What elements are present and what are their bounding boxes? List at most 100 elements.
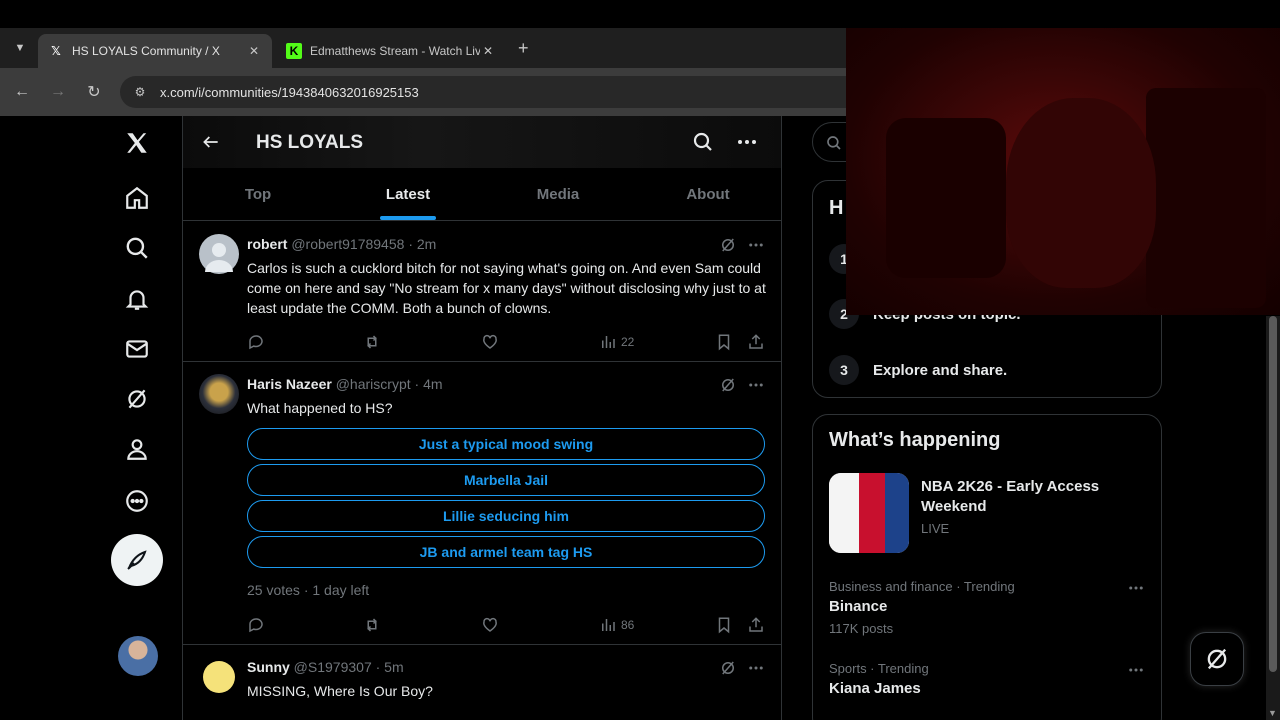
author-name[interactable]: Sunny	[247, 659, 290, 675]
scrollbar-thumb[interactable]	[1269, 316, 1277, 672]
post[interactable]: robert @robert91789458 · 2m Carlos is su…	[183, 222, 781, 362]
whats-happening-card: What’s happening NBA 2K26 - Early Access…	[812, 414, 1162, 720]
trend-more-icon[interactable]	[1127, 579, 1145, 597]
trend-category: Business and finance · Trending	[829, 579, 1015, 594]
author-avatar[interactable]	[203, 661, 235, 693]
author-name[interactable]: Haris Nazeer	[247, 376, 332, 392]
featured-trend[interactable]: NBA 2K26 - Early Access Weekend LIVE	[921, 477, 1141, 536]
explore-search-icon[interactable]	[120, 231, 154, 265]
tab-media[interactable]: Media	[483, 168, 633, 220]
post-time[interactable]: · 5m	[376, 659, 404, 675]
tab-search-icon[interactable]: ▼	[8, 36, 32, 60]
like-button[interactable]	[481, 615, 499, 635]
forward-icon[interactable]: →	[46, 80, 70, 104]
repost-button[interactable]	[363, 332, 381, 352]
poll-option[interactable]: Just a typical mood swing	[247, 428, 765, 460]
repost-button[interactable]	[363, 615, 381, 635]
views-count: 86	[621, 618, 635, 632]
tab-top[interactable]: Top	[183, 168, 333, 220]
new-tab-icon[interactable]: +	[518, 38, 529, 59]
author-handle[interactable]: @S1979307	[294, 659, 372, 675]
back-icon[interactable]: ←	[10, 80, 34, 104]
reply-button[interactable]	[247, 615, 265, 635]
community-more-icon[interactable]	[735, 130, 759, 154]
poll-option[interactable]: Lillie seducing him	[247, 500, 765, 532]
poll-option[interactable]: Marbella Jail	[247, 464, 765, 496]
tab-latest[interactable]: Latest	[333, 168, 483, 220]
post-more-icon[interactable]	[747, 659, 765, 677]
trend-item[interactable]: Sports · Trending Kiana James	[829, 661, 1149, 697]
reply-icon	[249, 335, 263, 350]
x-logo-icon[interactable]	[120, 126, 154, 160]
home-icon[interactable]	[120, 181, 154, 215]
page-scrollbar[interactable]: ▼	[1266, 316, 1280, 720]
url-text: x.com/i/communities/1943840632016925153	[160, 84, 419, 100]
tab-about[interactable]: About	[633, 168, 781, 220]
site-info-icon[interactable]: ⚙	[132, 84, 148, 100]
post-more-icon[interactable]	[747, 236, 765, 254]
post-header: Sunny @S1979307 · 5m	[247, 659, 404, 675]
grok-icon[interactable]	[120, 382, 154, 416]
community-search-icon[interactable]	[691, 130, 715, 154]
views-chart-icon	[602, 619, 615, 631]
post-actions: 22	[247, 332, 767, 352]
compose-post-button[interactable]	[111, 534, 163, 586]
grok-floating-button[interactable]	[1190, 632, 1244, 686]
trend-thumbnail[interactable]	[829, 473, 909, 553]
rules-title: H	[829, 197, 844, 219]
more-circle-icon[interactable]	[120, 484, 154, 518]
messages-mail-icon[interactable]	[120, 332, 154, 366]
views-button[interactable]: 22	[599, 332, 634, 352]
rule-item[interactable]: 3 Explore and share.	[829, 354, 1149, 386]
reply-icon	[249, 618, 263, 633]
browser-tab-inactive[interactable]: K Edmatthews Stream - Watch Live ✕	[276, 34, 506, 68]
tab-close-icon[interactable]: ✕	[246, 44, 262, 58]
poll-option[interactable]: JB and armel team tag HS	[247, 536, 765, 568]
reload-icon[interactable]: ↻	[82, 80, 106, 104]
share-button[interactable]	[747, 615, 765, 635]
scroll-down-arrow-icon[interactable]: ▼	[1268, 708, 1277, 718]
post-time[interactable]: · 4m	[415, 376, 443, 392]
views-button[interactable]: 86	[599, 615, 634, 635]
rule-text: Explore and share.	[873, 361, 1008, 379]
share-icon	[749, 617, 763, 632]
live-label: LIVE	[921, 521, 950, 536]
post-header: robert @robert91789458 · 2m	[247, 236, 436, 252]
whats-happening-title: What’s happening	[829, 429, 1001, 451]
author-handle[interactable]: @hariscrypt	[336, 376, 411, 392]
default-avatar[interactable]	[199, 234, 239, 274]
bookmark-button[interactable]	[715, 615, 733, 635]
like-button[interactable]	[481, 332, 499, 352]
grok-explain-icon[interactable]	[719, 376, 737, 394]
repost-icon	[367, 618, 377, 632]
account-avatar[interactable]	[118, 636, 158, 676]
left-navigation	[100, 116, 180, 720]
post-actions: 86	[247, 615, 767, 635]
notifications-bell-icon[interactable]	[120, 282, 154, 316]
community-header: HS LOYALS	[183, 116, 781, 168]
share-button[interactable]	[747, 332, 765, 352]
grok-explain-icon[interactable]	[719, 659, 737, 677]
trend-item[interactable]: Business and finance · Trending Binance …	[829, 579, 1149, 636]
post-more-icon[interactable]	[747, 376, 765, 394]
post-poll[interactable]: Haris Nazeer @hariscrypt · 4m What happe…	[183, 362, 781, 645]
views-chart-icon	[602, 336, 615, 348]
community-tabs: Top Latest Media About	[183, 168, 781, 221]
author-name[interactable]: robert	[247, 236, 287, 252]
post[interactable]: Sunny @S1979307 · 5m MISSING, Where Is O…	[183, 645, 781, 720]
heart-icon	[483, 334, 497, 349]
back-arrow-icon[interactable]	[199, 130, 223, 154]
bookmark-button[interactable]	[715, 332, 733, 352]
grok-explain-icon[interactable]	[719, 236, 737, 254]
reply-button[interactable]	[247, 332, 265, 352]
author-handle[interactable]: @robert91789458	[291, 236, 404, 252]
poll-footer: 25 votes · 1 day left	[247, 582, 370, 598]
post-time[interactable]: · 2m	[408, 236, 436, 252]
heart-icon	[483, 617, 497, 632]
tab-close-icon[interactable]: ✕	[480, 44, 496, 58]
author-avatar[interactable]	[199, 374, 239, 414]
trend-more-icon[interactable]	[1127, 661, 1145, 679]
browser-tab-active[interactable]: 𝕏 HS LOYALS Community / X ✕	[38, 34, 272, 68]
profile-person-icon[interactable]	[120, 432, 154, 466]
bookmark-icon	[718, 334, 730, 351]
